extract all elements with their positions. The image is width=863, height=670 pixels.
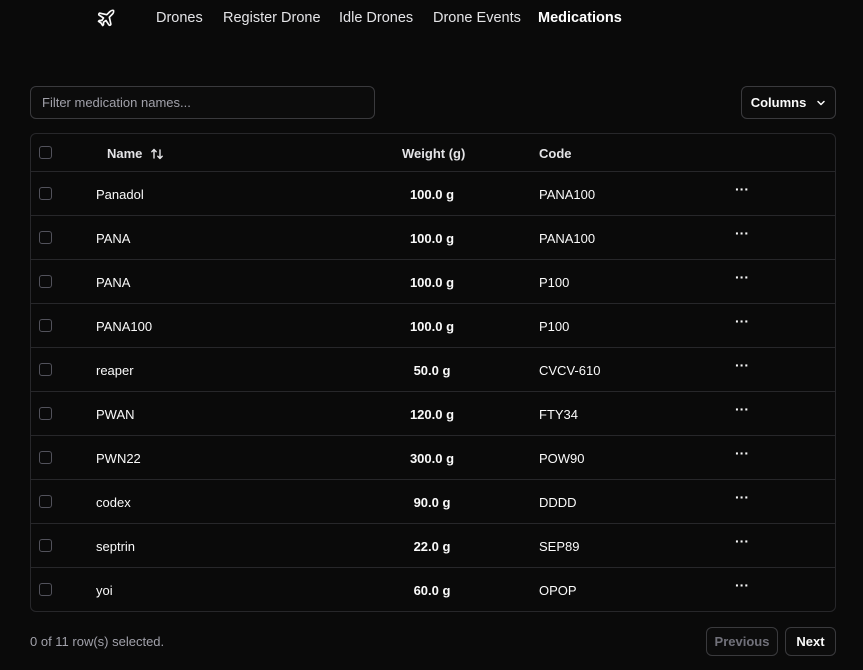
medication-code: CVCV-610 <box>539 363 601 378</box>
medications-table: Name Weight (g) Code Panadol 100.0 g PAN… <box>30 133 836 612</box>
filter-medication-input[interactable] <box>30 86 375 119</box>
medication-code: DDDD <box>539 495 577 510</box>
medication-name: PWAN <box>96 407 135 422</box>
airplane-icon[interactable] <box>96 8 116 28</box>
medication-weight: 100.0 g <box>409 275 455 290</box>
medication-name: yoi <box>96 583 113 598</box>
medication-weight: 90.0 g <box>413 495 451 510</box>
nav-link-register-drone[interactable]: Register Drone <box>223 10 321 26</box>
table-row: Panadol 100.0 g PANA100 ··· <box>31 172 835 216</box>
ellipsis-icon[interactable]: ··· <box>734 314 750 332</box>
medication-code: PANA100 <box>539 187 596 202</box>
table-row: reaper 50.0 g CVCV-610 ··· <box>31 348 835 392</box>
sort-arrows-icon <box>151 148 164 159</box>
row-checkbox[interactable] <box>39 187 52 200</box>
medication-name: PANA100 <box>96 319 153 334</box>
top-nav: Drones Register Drone Idle Drones Drone … <box>0 0 863 36</box>
medication-name: PWN22 <box>96 451 141 466</box>
ellipsis-icon[interactable]: ··· <box>734 270 750 288</box>
medication-code: PANA100 <box>539 231 596 246</box>
medication-weight: 300.0 g <box>409 451 455 466</box>
nav-link-drones[interactable]: Drones <box>156 10 203 26</box>
columns-button-label: Columns <box>750 95 807 110</box>
row-checkbox[interactable] <box>39 231 52 244</box>
medication-name: reaper <box>96 363 134 378</box>
row-checkbox[interactable] <box>39 363 52 376</box>
nav-link-medications[interactable]: Medications <box>538 10 622 26</box>
select-all-checkbox[interactable] <box>39 146 52 159</box>
row-checkbox[interactable] <box>39 275 52 288</box>
medication-weight: 100.0 g <box>409 319 455 334</box>
row-checkbox[interactable] <box>39 407 52 420</box>
medication-weight: 60.0 g <box>413 583 451 598</box>
medication-name: septrin <box>96 539 136 554</box>
weight-column-header: Weight (g) <box>402 146 466 161</box>
ellipsis-icon[interactable]: ··· <box>734 226 750 244</box>
name-column-header[interactable]: Name <box>107 146 164 161</box>
ellipsis-icon[interactable]: ··· <box>734 490 750 508</box>
table-row: codex 90.0 g DDDD ··· <box>31 480 835 524</box>
nav-link-idle-drones[interactable]: Idle Drones <box>339 10 413 26</box>
medication-name: codex <box>96 495 131 510</box>
row-checkbox[interactable] <box>39 583 52 596</box>
table-row: PANA100 100.0 g P100 ··· <box>31 304 835 348</box>
table-row: PWAN 120.0 g FTY34 ··· <box>31 392 835 436</box>
table-header-row: Name Weight (g) Code <box>31 134 835 172</box>
chevron-down-icon <box>817 100 826 105</box>
table-row: PANA 100.0 g PANA100 ··· <box>31 216 835 260</box>
name-header-label: Name <box>107 146 143 161</box>
selection-status: 0 of 11 row(s) selected. <box>30 634 165 649</box>
medication-weight: 120.0 g <box>409 407 455 422</box>
ellipsis-icon[interactable]: ··· <box>734 578 750 596</box>
medication-name: PANA <box>96 231 131 246</box>
row-checkbox[interactable] <box>39 319 52 332</box>
next-page-button[interactable]: Next <box>785 627 836 656</box>
ellipsis-icon[interactable]: ··· <box>734 534 750 552</box>
columns-button[interactable]: Columns <box>741 86 836 119</box>
ellipsis-icon[interactable]: ··· <box>734 402 750 420</box>
medication-name: PANA <box>96 275 131 290</box>
medication-weight: 22.0 g <box>413 539 451 554</box>
medication-name: Panadol <box>96 187 144 202</box>
medication-weight: 100.0 g <box>409 231 455 246</box>
row-checkbox[interactable] <box>39 539 52 552</box>
table-row: septrin 22.0 g SEP89 ··· <box>31 524 835 568</box>
ellipsis-icon[interactable]: ··· <box>734 358 750 376</box>
medication-weight: 50.0 g <box>413 363 451 378</box>
ellipsis-icon[interactable]: ··· <box>734 182 750 200</box>
code-column-header: Code <box>539 146 572 161</box>
previous-page-button[interactable]: Previous <box>706 627 778 656</box>
ellipsis-icon[interactable]: ··· <box>734 446 750 464</box>
medication-weight: 100.0 g <box>409 187 455 202</box>
table-row: yoi 60.0 g OPOP ··· <box>31 568 835 611</box>
medication-code: SEP89 <box>539 539 580 554</box>
row-checkbox[interactable] <box>39 451 52 464</box>
medication-code: OPOP <box>539 583 577 598</box>
medication-code: P100 <box>539 275 570 290</box>
table-row: PWN22 300.0 g POW90 ··· <box>31 436 835 480</box>
table-row: PANA 100.0 g P100 ··· <box>31 260 835 304</box>
nav-link-drone-events[interactable]: Drone Events <box>433 10 521 26</box>
medication-code: POW90 <box>539 451 585 466</box>
row-checkbox[interactable] <box>39 495 52 508</box>
medication-code: FTY34 <box>539 407 579 422</box>
medication-code: P100 <box>539 319 570 334</box>
